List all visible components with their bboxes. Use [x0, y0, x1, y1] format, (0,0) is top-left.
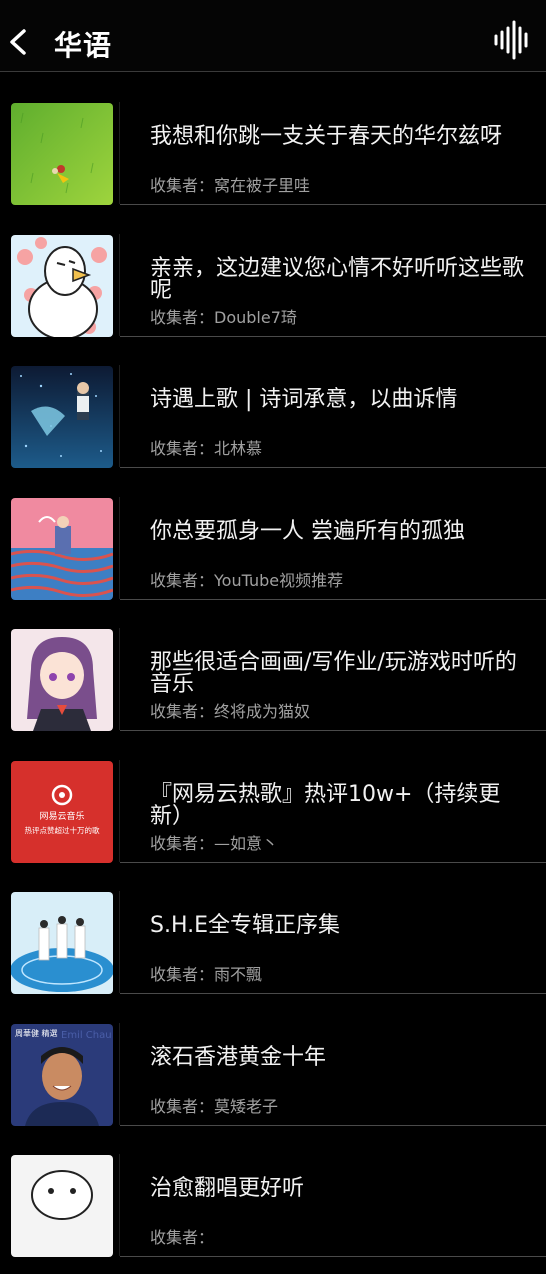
playlist-item[interactable]: 亲亲，这边建议您心情不好听听这些歌呢 收集者：Double7琦: [0, 222, 546, 354]
playlist-cover: [11, 497, 113, 600]
collector-name: —如意丶: [214, 833, 279, 853]
playlist-info: 滚石香港黄金十年 收集者：莫矮老子: [120, 1023, 546, 1126]
playlist-item[interactable]: 周華健 精選 Emil Chau 滚石香港黄金十年 收集者：莫矮老子: [0, 1011, 546, 1143]
playlist-cover: [11, 629, 113, 731]
playlist-title: 那些很适合画画/写作业/玩游戏时听的音乐: [150, 650, 517, 697]
playlist-title: 滚石香港黄金十年: [150, 1044, 327, 1070]
page-title: 华语: [54, 29, 113, 62]
playlist-item[interactable]: 治愈翻唱更好听 收集者：: [0, 1142, 546, 1274]
playlist-collector: 收集者：—如意丶: [150, 830, 278, 854]
collector-label: 收集者：: [150, 176, 215, 195]
playlist-title: 你总要孤身一人 尝遍所有的孤独: [150, 518, 465, 544]
collector-label: 收集者：: [150, 1096, 215, 1116]
collector-name: 终将成为猫奴: [214, 702, 311, 721]
playlist-title: 治愈翻唱更好听: [150, 1176, 305, 1201]
album-artist-label: 周華健 精選: [15, 1028, 58, 1038]
playlist-collector: 收集者：YouTube视频推荐: [150, 567, 343, 591]
playlist-info: 你总要孤身一人 尝遍所有的孤独 收集者：YouTube视频推荐: [120, 497, 546, 600]
playlist-collector: 收集者：终将成为猫奴: [150, 698, 310, 722]
playlist-info: 『网易云热歌』热评10w+（持续更新） 收集者：—如意丶: [120, 760, 546, 863]
collector-label: 收集者：: [150, 833, 215, 853]
playlist-collector: 收集者：Double7琦: [150, 304, 297, 328]
album-artist-overlay: Emil Chau: [61, 1030, 112, 1041]
playlist-item[interactable]: 我想和你跳一支关于春天的华尔兹呀 收集者：窝在被子里哇: [0, 90, 546, 222]
now-playing-button[interactable]: [492, 20, 532, 60]
playlist-collector: 收集者：窝在被子里哇: [150, 172, 310, 196]
app-header: 华语: [0, 0, 546, 72]
collector-name: 北林慕: [214, 439, 263, 458]
back-button[interactable]: [4, 22, 34, 62]
playlist-cover: [11, 892, 113, 994]
collector-name: Double7琦: [214, 307, 297, 327]
collector-name: 窝在被子里哇: [214, 176, 311, 195]
playlist-item[interactable]: 诗遇上歌 | 诗词承意，以曲诉情 收集者：北林慕: [0, 353, 546, 485]
playlist-cover: [11, 234, 113, 337]
collector-label: 收集者：: [150, 702, 215, 721]
collector-label: 收集者：: [150, 965, 215, 984]
playlist-item[interactable]: 网易云音乐 热评点赞超过十万的歌 『网易云热歌』热评10w+（持续更新） 收集者…: [0, 748, 546, 880]
playlist-collector: 收集者：雨不飄: [150, 961, 262, 985]
playlist-list: 我想和你跳一支关于春天的华尔兹呀 收集者：窝在被子里哇 亲亲，这边建议您心情不好…: [0, 90, 546, 1274]
playlist-info: S.H.E全专辑正序集 收集者：雨不飄: [120, 891, 546, 994]
playlist-title: 我想和你跳一支关于春天的华尔兹呀: [150, 124, 503, 149]
playlist-cover: [11, 366, 113, 468]
playlist-cover: 周華健 精選 Emil Chau: [11, 1023, 113, 1126]
playlist-title: 亲亲，这边建议您心情不好听听这些歌呢: [150, 255, 525, 303]
collector-label: 收集者：: [150, 1228, 215, 1247]
playlist-title: S.H.E全专辑正序集: [150, 913, 341, 938]
playlist-cover: [11, 103, 113, 205]
playlist-title: 『网易云热歌』热评10w+（持续更新）: [150, 781, 501, 829]
collector-label: 收集者：: [150, 439, 215, 458]
playlist-collector: 收集者：北林慕: [150, 435, 262, 459]
sound-wave-icon: [494, 20, 528, 60]
playlist-info: 亲亲，这边建议您心情不好听听这些歌呢 收集者：Double7琦: [120, 234, 546, 337]
playlist-info: 诗遇上歌 | 诗词承意，以曲诉情 收集者：北林慕: [120, 365, 546, 468]
playlist-collector: 收集者：: [150, 1224, 214, 1248]
collector-label: 收集者：: [150, 307, 215, 327]
netease-tagline: 热评点赞超过十万的歌: [25, 825, 100, 835]
playlist-info: 我想和你跳一支关于春天的华尔兹呀 收集者：窝在被子里哇: [120, 102, 546, 205]
playlist-title: 诗遇上歌 | 诗词承意，以曲诉情: [150, 387, 458, 412]
netease-brand: 网易云音乐: [39, 810, 84, 822]
playlist-item[interactable]: 那些很适合画画/写作业/玩游戏时听的音乐 收集者：终将成为猫奴: [0, 616, 546, 748]
playlist-item[interactable]: S.H.E全专辑正序集 收集者：雨不飄: [0, 879, 546, 1011]
collector-label: 收集者：: [150, 570, 215, 590]
playlist-info: 治愈翻唱更好听 收集者：: [120, 1154, 546, 1257]
collector-name: 雨不飄: [214, 965, 263, 984]
playlist-cover: [11, 1155, 113, 1257]
back-arrow-icon: [10, 29, 26, 55]
playlist-info: 那些很适合画画/写作业/玩游戏时听的音乐 收集者：终将成为猫奴: [120, 628, 546, 731]
collector-name: 莫矮老子: [214, 1096, 279, 1116]
playlist-cover: 网易云音乐 热评点赞超过十万的歌: [11, 760, 113, 863]
collector-name: YouTube视频推荐: [214, 570, 344, 590]
playlist-item[interactable]: 你总要孤身一人 尝遍所有的孤独 收集者：YouTube视频推荐: [0, 485, 546, 617]
playlist-collector: 收集者：莫矮老子: [150, 1093, 278, 1117]
